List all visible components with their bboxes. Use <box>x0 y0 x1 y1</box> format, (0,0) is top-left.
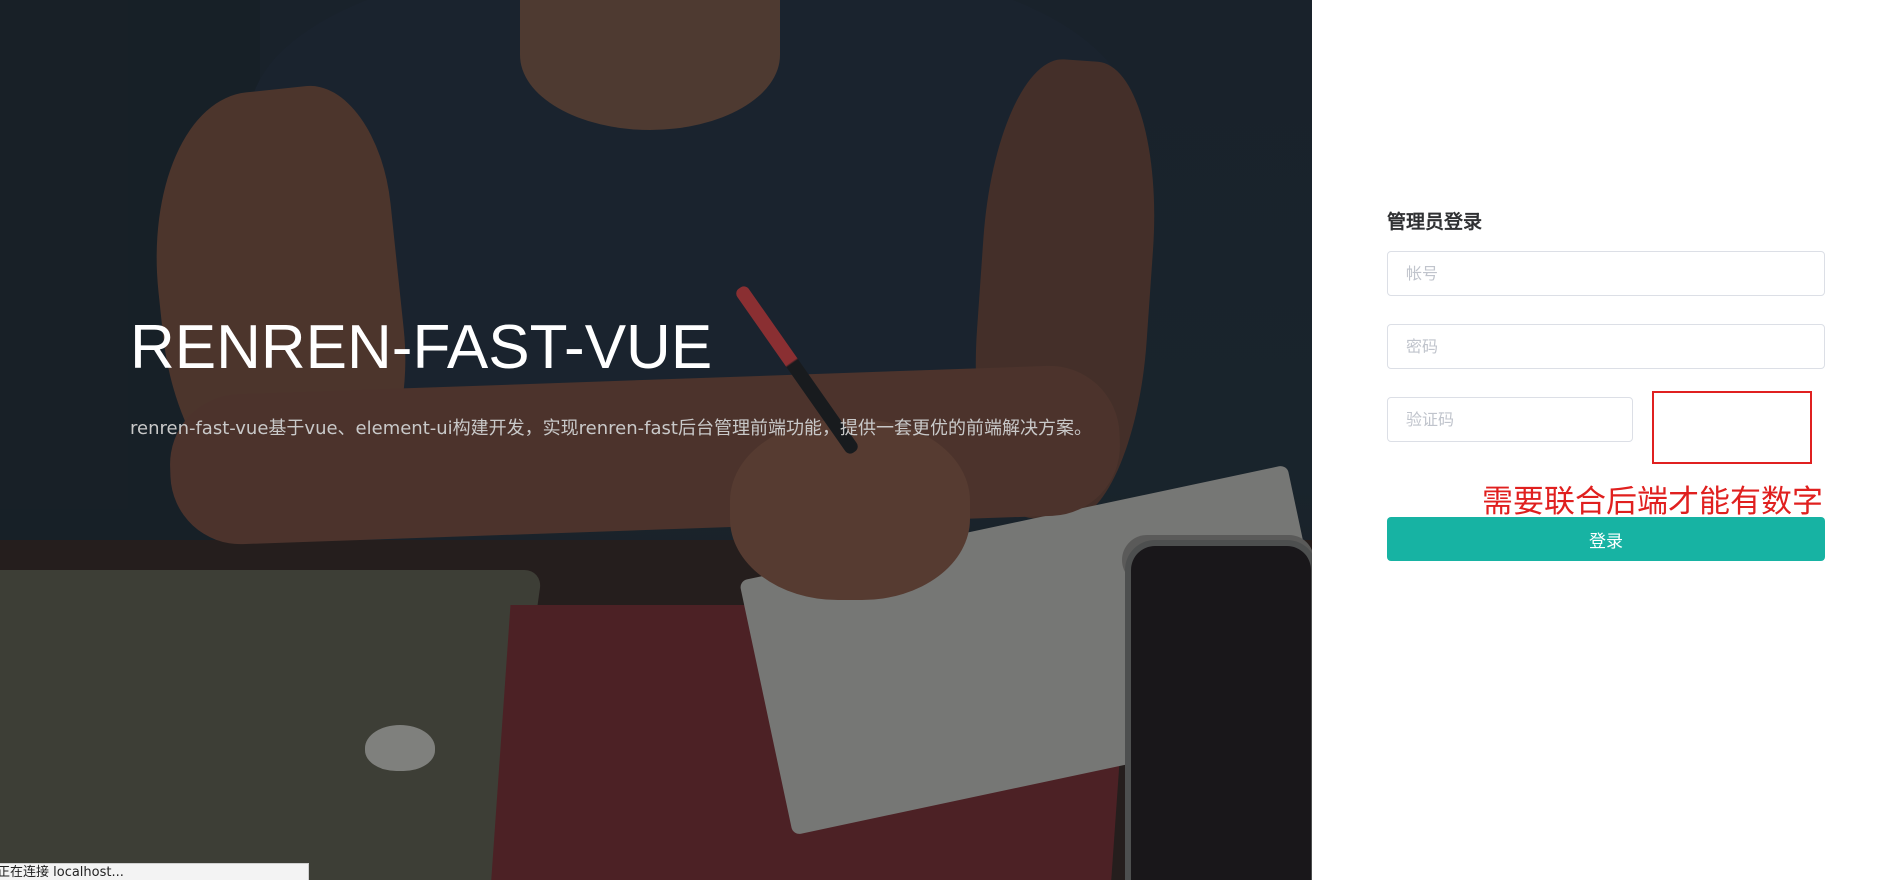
hero-panel: RENREN-FAST-VUE renren-fast-vue基于vue、ele… <box>0 0 1312 880</box>
captcha-input[interactable] <box>1387 397 1633 442</box>
username-input[interactable] <box>1387 251 1825 296</box>
login-title: 管理员登录 <box>1387 211 1483 233</box>
login-button[interactable]: 登录 <box>1387 517 1825 561</box>
captcha-annotation: 需要联合后端才能有数字 <box>1482 484 1823 520</box>
password-input[interactable] <box>1387 324 1825 369</box>
hero-description: renren-fast-vue基于vue、element-ui构建开发，实现re… <box>130 418 1092 439</box>
hero-title: RENREN-FAST-VUE <box>130 313 713 382</box>
login-panel: 管理员登录 需要联合后端才能有数字 登录 <box>1312 0 1881 880</box>
login-page: RENREN-FAST-VUE renren-fast-vue基于vue、ele… <box>0 0 1881 880</box>
hero-photo-overlay <box>0 0 1312 880</box>
browser-status-bar: 正在连接 localhost... <box>0 863 309 880</box>
captcha-image[interactable] <box>1652 391 1812 464</box>
